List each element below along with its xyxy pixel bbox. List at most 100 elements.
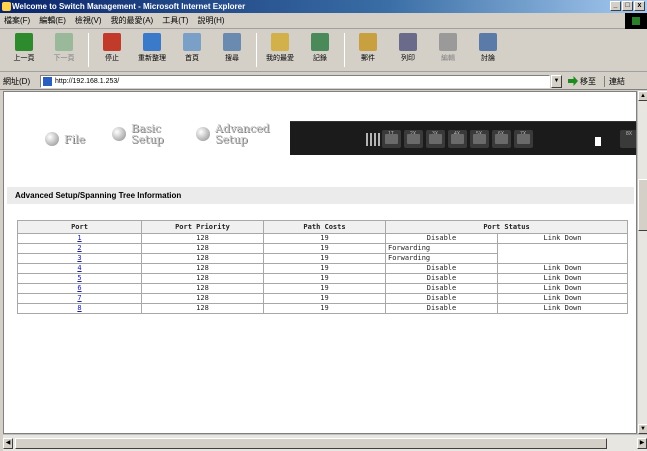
switch-port-row: 1T 2X 3X 4X 5X 6X 7X (382, 130, 533, 148)
toolbar-button-4[interactable]: 首頁 (174, 30, 210, 68)
path-cost-cell: 19 (263, 253, 386, 264)
port-state-cell: Disable (385, 273, 498, 284)
switch-port-2[interactable]: 2X (404, 130, 423, 148)
menu-edit[interactable]: 編輯(E) (39, 15, 66, 26)
port-cell: 7 (17, 293, 142, 304)
go-arrow-icon (568, 76, 578, 86)
address-bar: 網址(D) http://192.168.1.253/ ▼ 移至 連結 (0, 73, 647, 90)
maximize-button[interactable]: □ (622, 1, 633, 11)
switch-port-number: 4X (454, 131, 461, 137)
toolbar-label: 郵件 (361, 55, 375, 62)
port-state-cell: Forwarding (385, 253, 498, 264)
close-button[interactable]: x (634, 1, 645, 11)
menu-file[interactable]: 檔案(F) (4, 15, 30, 26)
table-row: 5 128 19 Disable Link Down (17, 273, 628, 284)
port-priority-cell: 128 (141, 273, 264, 284)
discuss-icon (479, 33, 497, 51)
path-cost-cell: 19 (263, 243, 386, 254)
section-title: Advanced Setup/Spanning Tree Information (7, 187, 634, 204)
horizontal-scroll-thumb[interactable] (15, 438, 607, 449)
scroll-up-arrow-icon[interactable]: ▲ (638, 91, 647, 101)
link-status-cell: Link Down (497, 273, 628, 284)
switch-port-4[interactable]: 4X (448, 130, 467, 148)
horizontal-scrollbar[interactable]: ◀ ▶ (3, 434, 647, 451)
minimize-button[interactable]: _ (610, 1, 621, 11)
menu-help[interactable]: 說明(H) (197, 15, 224, 26)
scroll-right-arrow-icon[interactable]: ▶ (637, 438, 647, 449)
toolbar-button-7[interactable]: 記錄 (302, 30, 338, 68)
file-nav-button[interactable]: File (45, 132, 85, 146)
toolbar-label: 搜尋 (225, 55, 239, 62)
toolbar-button-3[interactable]: 重新整理 (134, 30, 170, 68)
port-link[interactable]: 7 (77, 294, 81, 302)
toolbar-label: 重新整理 (138, 55, 166, 62)
switch-port-number: 6X (498, 131, 505, 137)
toolbar-label: 討論 (481, 55, 495, 62)
vertical-scroll-thumb[interactable] (638, 179, 647, 231)
browser-window: Welcome to Switch Management - Microsoft… (0, 0, 647, 451)
table-row: 1 128 19 Disable Link Down (17, 233, 628, 244)
switch-port-3[interactable]: 3X (426, 130, 445, 148)
toolbar-button-2[interactable]: 停止 (94, 30, 130, 68)
switch-port-6[interactable]: 6X (492, 130, 511, 148)
windows-flag-icon (625, 13, 647, 29)
toolbar-button-10[interactable]: 編輯 (430, 30, 466, 68)
port-link[interactable]: 6 (77, 284, 81, 292)
file-nav-label: File (64, 132, 86, 146)
search-icon (223, 33, 241, 51)
port-state-cell: Disable (385, 263, 498, 274)
mail-icon (359, 33, 377, 51)
basic-nav-label-2: Setup (131, 133, 164, 146)
toolbar-button-6[interactable]: 我的最愛 (262, 30, 298, 68)
toolbar-button-8[interactable]: 郵件 (350, 30, 386, 68)
switch-port-1[interactable]: 1T (382, 130, 401, 148)
port-cell: 1 (17, 233, 142, 244)
links-button[interactable]: 連結 (604, 75, 625, 87)
port-cell: 5 (17, 273, 142, 284)
advanced-setup-nav-button[interactable]: Advanced Setup (196, 123, 270, 145)
port-link[interactable]: 8 (77, 304, 81, 312)
switch-port-7[interactable]: 7X (514, 130, 533, 148)
toolbar-button-5[interactable]: 搜尋 (214, 30, 250, 68)
header-port-status: Port Status (385, 220, 628, 234)
scroll-down-arrow-icon[interactable]: ▼ (638, 424, 647, 434)
table-row: 3 128 19 Forwarding (17, 253, 628, 264)
menu-view[interactable]: 檢視(V) (75, 15, 102, 26)
port-link[interactable]: 3 (77, 254, 81, 262)
port-link[interactable]: 5 (77, 274, 81, 282)
switch-port-uplink[interactable]: 8X (620, 130, 636, 148)
edit-icon (439, 33, 457, 51)
switch-port-5[interactable]: 5X (470, 130, 489, 148)
menu-tools[interactable]: 工具(T) (162, 15, 188, 26)
port-priority-cell: 128 (141, 303, 264, 314)
port-priority-cell: 128 (141, 263, 264, 274)
address-url: http://192.168.1.253/ (55, 77, 120, 85)
switch-port-uplink-number: 8X (626, 131, 633, 137)
port-link[interactable]: 4 (77, 264, 81, 272)
toolbar-button-11[interactable]: 討論 (470, 30, 506, 68)
vertical-scrollbar[interactable]: ▲ ▼ (637, 91, 647, 434)
link-status-cell (497, 253, 628, 264)
toolbar-button-9[interactable]: 列印 (390, 30, 426, 68)
toolbar-button-0[interactable]: 上一頁 (6, 30, 42, 68)
basic-setup-nav-button[interactable]: Basic Setup (112, 123, 164, 145)
title-bar: Welcome to Switch Management - Microsoft… (0, 0, 647, 13)
port-link[interactable]: 1 (77, 234, 81, 242)
path-cost-cell: 19 (263, 273, 386, 284)
switch-front-panel: 1T 2X 3X 4X 5X 6X 7X 8X (290, 121, 636, 155)
file-ball-icon (45, 132, 59, 146)
scroll-left-arrow-icon[interactable]: ◀ (3, 438, 13, 449)
print-icon (399, 33, 417, 51)
link-status-cell (497, 243, 628, 254)
port-priority-cell: 128 (141, 243, 264, 254)
address-dropdown-button[interactable]: ▼ (551, 74, 562, 88)
port-link[interactable]: 2 (77, 244, 81, 252)
advanced-ball-icon (196, 127, 210, 141)
address-input[interactable]: http://192.168.1.253/ (40, 74, 550, 88)
toolbar-button-1[interactable]: 下一頁 (46, 30, 82, 68)
switch-port-number: 3X (432, 131, 439, 137)
toolbar-label: 編輯 (441, 55, 455, 62)
menu-favorites[interactable]: 我的最愛(A) (111, 15, 154, 26)
basic-ball-icon (112, 127, 126, 141)
go-button[interactable]: 移至 (568, 76, 596, 87)
